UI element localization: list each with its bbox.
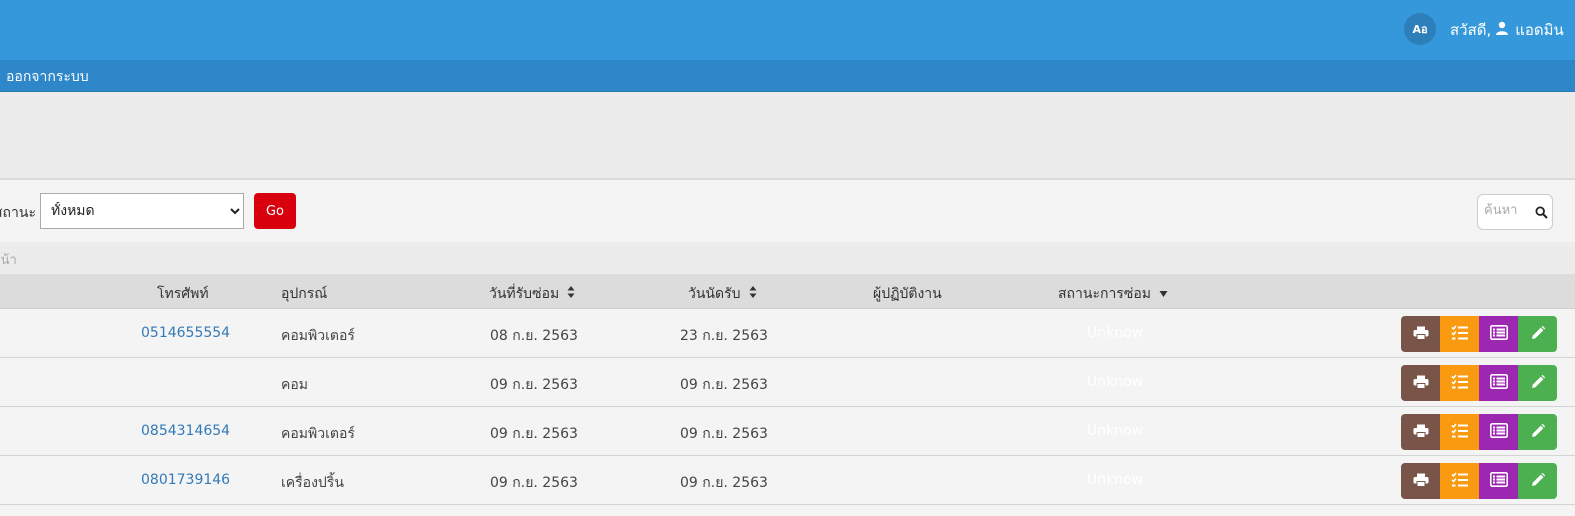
cell-received-date: 08 ก.ย. 2563	[490, 328, 578, 344]
edit-button[interactable]	[1518, 316, 1557, 352]
cell-device: คอมพิวเตอร์	[281, 328, 355, 344]
print-button[interactable]	[1401, 316, 1440, 352]
cell-phone[interactable]: 0854314654	[141, 423, 230, 439]
list-icon	[1489, 472, 1508, 490]
checklist-button[interactable]	[1440, 414, 1479, 450]
search-input[interactable]	[1484, 203, 1534, 218]
list-icon	[1489, 325, 1508, 343]
list-button[interactable]	[1479, 365, 1518, 401]
edit-button[interactable]	[1518, 365, 1557, 401]
list-button[interactable]	[1479, 316, 1518, 352]
edit-button[interactable]	[1518, 463, 1557, 499]
checklist-button[interactable]	[1440, 365, 1479, 401]
pager-label: หน้า	[0, 253, 17, 268]
caret-down-icon[interactable]	[1159, 286, 1168, 302]
row-actions	[1401, 316, 1557, 352]
sub-navbar: ออกจากระบบ	[0, 60, 1575, 92]
page-header-area	[0, 92, 1575, 180]
row-actions	[1401, 414, 1557, 450]
checklist-button[interactable]	[1440, 463, 1479, 499]
column-header-appointment-date-label: วันนัดรับ	[688, 286, 741, 302]
pencil-icon	[1531, 472, 1545, 490]
cell-phone[interactable]: 0801739146	[141, 472, 230, 488]
table-header: โทรศัพท์ อุปกรณ์ วันที่รับซ่อม วันนัดรับ…	[0, 274, 1575, 309]
top-navbar: Aอ สวัสดี, แอดมิน	[0, 0, 1575, 60]
checklist-icon	[1450, 471, 1469, 491]
checklist-button[interactable]	[1440, 316, 1479, 352]
table-row: 0854314654 คอมพิวเตอร์ 09 ก.ย. 2563 09 ก…	[0, 407, 1575, 456]
column-header-repair-status-label: สถานะการซ่อม	[1058, 286, 1151, 302]
row-actions	[1401, 463, 1557, 499]
column-header-device: อุปกรณ์	[281, 286, 328, 302]
search-icon[interactable]	[1535, 206, 1548, 223]
status-filter-select[interactable]: ทั้งหมด	[40, 193, 244, 229]
greeting-text: สวัสดี,	[1450, 21, 1492, 39]
cell-received-date: 09 ก.ย. 2563	[490, 377, 578, 393]
column-header-technician: ผู้ปฏิบัติงาน	[873, 286, 942, 302]
list-icon	[1489, 374, 1508, 392]
list-button[interactable]	[1479, 463, 1518, 499]
cell-device: เครื่องปริ้น	[281, 475, 344, 491]
pencil-icon	[1531, 325, 1545, 343]
table-row: คอม 09 ก.ย. 2563 09 ก.ย. 2563 Unknow	[0, 358, 1575, 407]
cell-received-date: 09 ก.ย. 2563	[490, 426, 578, 442]
print-icon	[1413, 424, 1429, 441]
cell-appointment-date: 23 ก.ย. 2563	[680, 328, 768, 344]
user-greeting[interactable]: สวัสดี, แอดมิน	[1450, 18, 1564, 42]
print-button[interactable]	[1401, 414, 1440, 450]
column-header-appointment-date[interactable]: วันนัดรับ	[688, 283, 757, 305]
user-icon	[1495, 21, 1509, 39]
print-button[interactable]	[1401, 463, 1440, 499]
sort-icon[interactable]	[749, 285, 757, 303]
cell-appointment-date: 09 ก.ย. 2563	[680, 377, 768, 393]
print-icon	[1413, 326, 1429, 343]
table-row: 0801739146 เครื่องปริ้น 09 ก.ย. 2563 09 …	[0, 456, 1575, 505]
pencil-icon	[1531, 374, 1545, 392]
filter-bar: สถานะ ทั้งหมด Go	[0, 182, 1575, 242]
list-button[interactable]	[1479, 414, 1518, 450]
cell-device: คอมพิวเตอร์	[281, 426, 355, 442]
column-header-phone: โทรศัพท์	[157, 286, 209, 302]
column-header-repair-status[interactable]: สถานะการซ่อม	[1058, 283, 1168, 305]
cell-repair-status: Unknow	[1087, 472, 1144, 488]
sort-icon[interactable]	[567, 285, 575, 303]
checklist-icon	[1450, 324, 1469, 344]
list-icon	[1489, 423, 1508, 441]
checklist-icon	[1450, 422, 1469, 442]
checklist-icon	[1450, 373, 1469, 393]
cell-repair-status: Unknow	[1087, 423, 1144, 439]
cell-device: คอม	[281, 377, 309, 393]
column-header-received-date[interactable]: วันที่รับซ่อม	[489, 283, 575, 305]
search-box	[1477, 194, 1553, 230]
cell-phone[interactable]: 0514655554	[141, 325, 230, 341]
status-filter-label: สถานะ	[0, 205, 36, 221]
cell-received-date: 09 ก.ย. 2563	[490, 475, 578, 491]
column-header-received-date-label: วันที่รับซ่อม	[489, 286, 560, 302]
cell-appointment-date: 09 ก.ย. 2563	[680, 475, 768, 491]
translate-icon[interactable]: Aอ	[1404, 13, 1436, 45]
pager-bar: หน้า	[0, 242, 1575, 274]
pencil-icon	[1531, 423, 1545, 441]
user-name: แอดมิน	[1515, 21, 1564, 39]
row-actions	[1401, 365, 1557, 401]
print-icon	[1413, 473, 1429, 490]
cell-repair-status: Unknow	[1087, 325, 1144, 341]
go-button[interactable]: Go	[254, 193, 296, 229]
cell-repair-status: Unknow	[1087, 374, 1144, 390]
cell-appointment-date: 09 ก.ย. 2563	[680, 426, 768, 442]
edit-button[interactable]	[1518, 414, 1557, 450]
logout-link[interactable]: ออกจากระบบ	[6, 66, 89, 88]
print-button[interactable]	[1401, 365, 1440, 401]
print-icon	[1413, 375, 1429, 392]
table-row: 0514655554 คอมพิวเตอร์ 08 ก.ย. 2563 23 ก…	[0, 309, 1575, 358]
